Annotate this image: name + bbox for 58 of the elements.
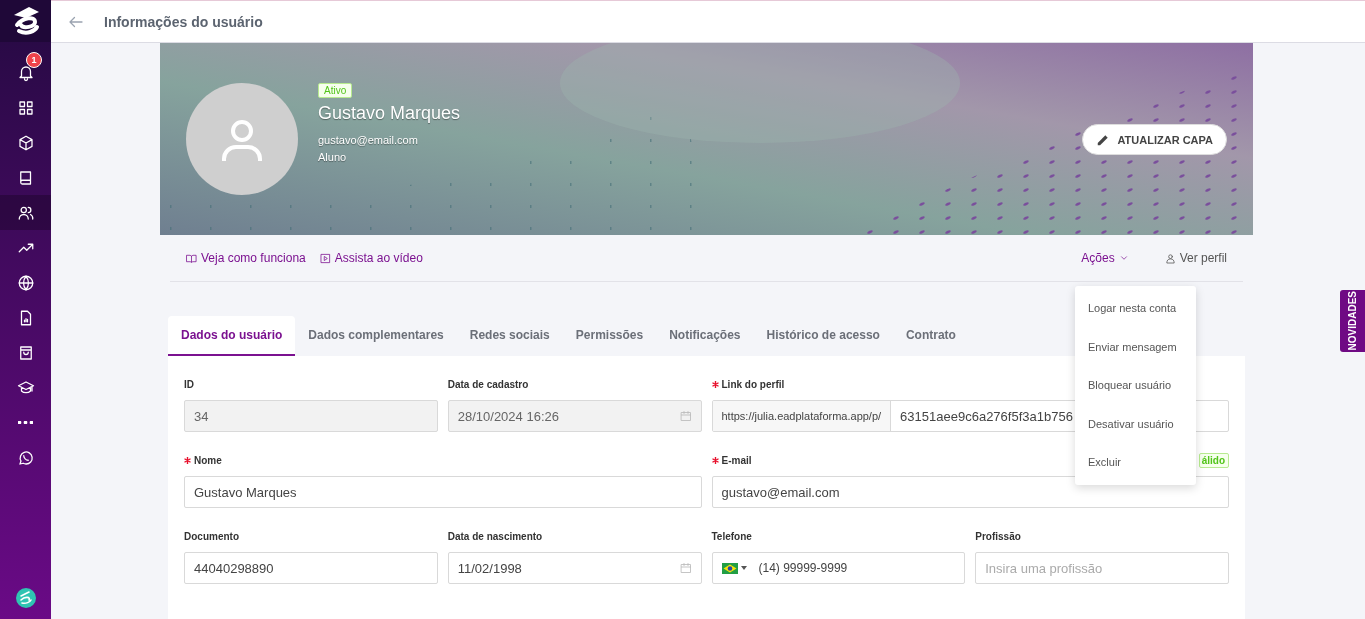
input-field[interactable]: Gustavo Marques [184,476,702,508]
help-link[interactable]: Assista ao vídeo [319,251,423,265]
required-icon [184,456,191,464]
page-title: Informações do usuário [104,13,263,30]
phone-field[interactable]: (14) 99999-9999 [711,552,966,584]
valid-badge: álido [1198,452,1229,468]
calendar-icon [679,410,692,422]
avatar-icon[interactable] [15,588,36,608]
tab[interactable]: Dados complementares [295,316,457,356]
update-cover-button[interactable]: ATUALIZAR CAPA [1082,124,1227,155]
caret-icon [740,566,747,570]
required-icon [711,380,719,388]
more-icon [18,421,33,424]
field-label: Data de nascimento [447,530,543,542]
play-icon [319,252,331,264]
globe-icon [16,273,35,292]
tab[interactable]: Dados do usuário [168,316,296,356]
sidebar-item[interactable] [0,195,51,230]
cube-icon [16,133,35,152]
field-label: Telefone [711,530,752,542]
field-label: Documento [184,530,239,542]
view-profile-link[interactable]: Ver perfil [1164,251,1227,265]
flag-icon [721,562,738,574]
input-field[interactable]: 44040298890 [184,552,438,584]
grid-icon [16,98,35,117]
tab[interactable]: Histórico de acesso [753,316,893,356]
notification-badge: 1 [26,52,42,68]
date-field[interactable]: 11/02/1998 [447,552,702,584]
sidebar-item[interactable]: 1 [0,55,51,90]
tab[interactable]: Permissões [562,316,657,356]
calendar-icon [679,562,692,574]
field-label: E-mail [711,454,752,466]
field-label: Nome [184,454,222,466]
bell-icon [16,63,35,82]
link-value: 63151aee9c6a276f5f3a1b756 [899,407,1074,426]
logo[interactable] [0,0,51,42]
url-prefix: https://julia.eadplataforma.app/p/ [712,401,892,431]
field-label: Profissão [975,530,1021,542]
tab[interactable]: Redes sociais [456,316,563,356]
tab[interactable]: Notificações [656,316,754,356]
chevron-down-icon [1118,253,1129,263]
actions-dropdown[interactable]: Ações [1081,251,1129,265]
input-field[interactable]: gustavo@email.com [711,476,1229,508]
user-role: Aluno [318,149,347,165]
open-book-icon [186,252,197,264]
field-label: Link do perfil [711,378,785,390]
required-icon [711,456,719,464]
help-link[interactable]: Veja como funciona [186,251,306,265]
pencil-icon [1096,132,1111,147]
menu-item[interactable]: Enviar mensagem [1075,327,1196,366]
menu-item[interactable]: Logar nesta conta [1075,289,1196,328]
chat-icon [16,448,35,467]
user-name: Gustavo Marques [318,102,461,124]
user-email: gustavo@email.com [318,132,418,148]
tab[interactable]: Contrato [892,316,969,356]
user-icon [1164,252,1176,264]
field-label: Data de cadastro [447,378,529,390]
field-label: ID [184,378,194,390]
